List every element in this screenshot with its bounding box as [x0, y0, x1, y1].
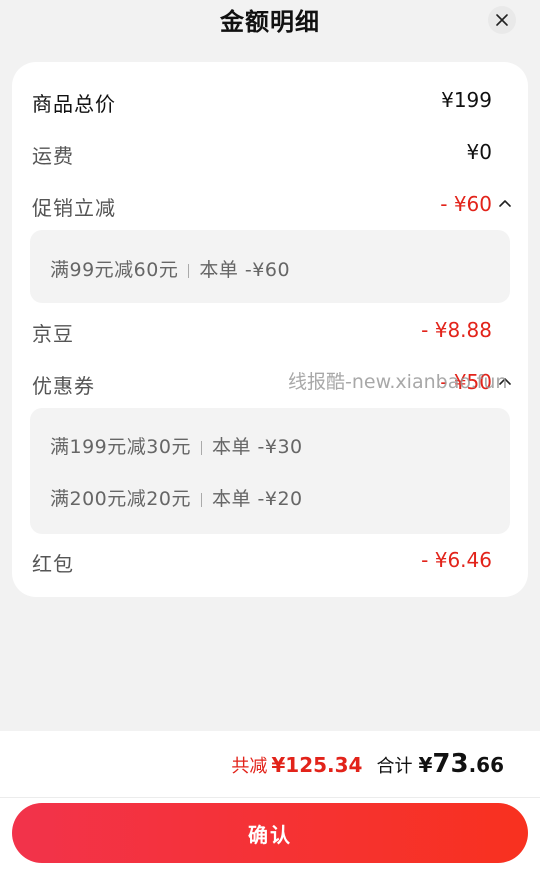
reduce-value: ¥125.34 — [271, 753, 363, 777]
separator — [188, 263, 190, 278]
promo-detail-amount: -¥60 — [244, 259, 291, 281]
page-title: 金额明细 — [220, 8, 320, 36]
total-integer: 73 — [432, 749, 469, 779]
total-currency: ¥ — [418, 753, 433, 777]
reduce-label: 共减 — [231, 756, 268, 777]
close-icon — [496, 14, 508, 26]
row-promo[interactable]: 促销立减 - ¥60 — [32, 190, 511, 220]
divider — [0, 797, 540, 798]
coupon-detail-box: 满199元减30元 本单 -¥30 满200元减20元 本单 -¥20 — [30, 408, 510, 534]
coupon-detail-scope: 本单 — [211, 436, 251, 458]
coupon-detail-text: 满200元减20元 — [50, 488, 191, 510]
promo-label: 促销立减 — [32, 196, 116, 220]
jingdou-value: - ¥8.88 — [421, 318, 492, 342]
redpacket-value: - ¥6.46 — [421, 548, 492, 572]
close-button[interactable] — [488, 6, 516, 34]
row-redpacket: 红包 - ¥6.46 — [32, 546, 492, 576]
coupon-value: - ¥50 — [440, 370, 512, 394]
jingdou-label: 京豆 — [32, 322, 74, 346]
goods-total-value: ¥199 — [441, 88, 492, 112]
coupon-detail-amount: -¥20 — [257, 488, 303, 510]
promo-amount: - ¥60 — [440, 192, 492, 216]
promo-detail-line: 满99元减60元 本单 -¥60 — [50, 255, 290, 282]
redpacket-label: 红包 — [32, 552, 74, 576]
shipping-value: ¥0 — [466, 140, 492, 164]
bottom-bar: 共减 ¥125.34 合计 ¥ 73 .66 确认 — [0, 731, 540, 875]
coupon-detail-scope: 本单 — [211, 488, 251, 510]
sheet-header: 金额明细 — [0, 0, 540, 48]
chevron-up-icon[interactable] — [498, 197, 512, 211]
promo-detail-box: 满99元减60元 本单 -¥60 — [30, 230, 510, 303]
chevron-up-icon[interactable] — [498, 375, 512, 389]
total-label: 合计 — [376, 756, 413, 777]
coupon-amount: - ¥50 — [440, 370, 492, 394]
promo-value: - ¥60 — [440, 192, 512, 216]
price-summary: 共减 ¥125.34 合计 ¥ 73 .66 — [231, 749, 504, 779]
separator — [200, 492, 202, 507]
coupon-detail-amount: -¥30 — [257, 436, 303, 458]
shipping-label: 运费 — [32, 144, 74, 168]
row-shipping: 运费 ¥0 — [32, 138, 492, 168]
promo-detail-scope: 本单 — [199, 259, 239, 281]
row-goods-total: 商品总价 ¥199 — [32, 86, 492, 116]
coupon-detail-line: 满200元减20元 本单 -¥20 — [50, 484, 303, 511]
goods-total-label: 商品总价 — [32, 92, 116, 116]
separator — [200, 440, 202, 455]
row-coupon[interactable]: 优惠券 - ¥50 — [32, 368, 511, 398]
promo-detail-text: 满99元减60元 — [50, 259, 179, 281]
coupon-detail-line: 满199元减30元 本单 -¥30 — [50, 432, 303, 459]
coupon-detail-text: 满199元减30元 — [50, 436, 191, 458]
amount-detail-card: 商品总价 ¥199 运费 ¥0 促销立减 - ¥60 满99元减60元 本单 -¥… — [12, 62, 528, 597]
row-jingdou: 京豆 - ¥8.88 — [32, 316, 492, 346]
confirm-button[interactable]: 确认 — [12, 803, 528, 863]
total-decimal: .66 — [468, 753, 504, 777]
coupon-label: 优惠券 — [32, 374, 95, 398]
